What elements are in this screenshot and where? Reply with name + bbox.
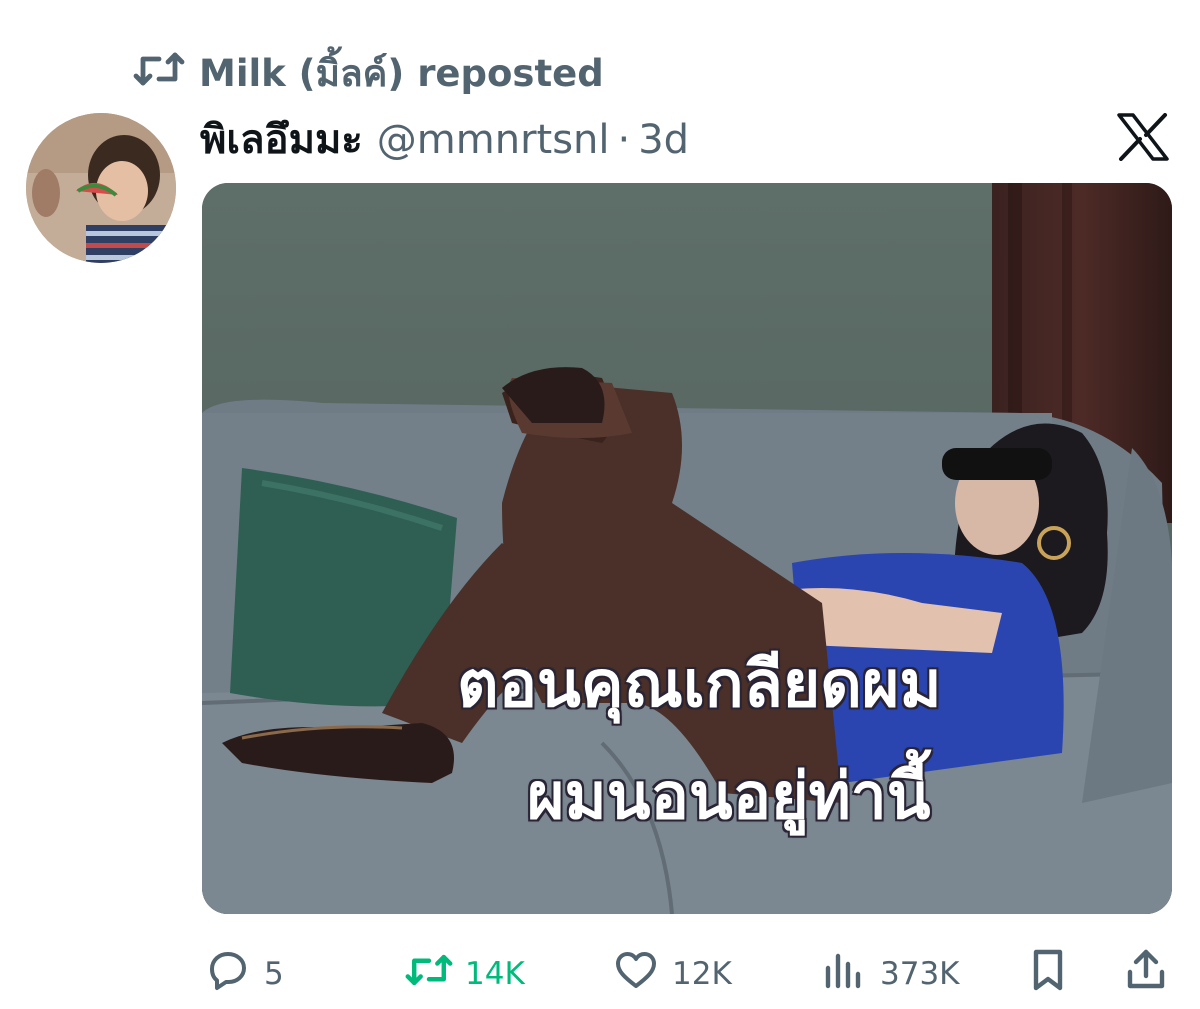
bookmark-button[interactable] [1024,946,1072,1002]
tweet-media-image[interactable]: ตอนคุณเกลียดผม ผมนอนอยู่ท่านี้ [202,183,1172,914]
reply-icon [204,946,252,1002]
caption-line-2: ผมนอนอยู่ท่านี้ [527,760,931,834]
repost-icon [133,49,185,98]
x-logo-icon [1117,113,1169,161]
like-button[interactable]: 12K [612,946,732,1002]
repost-indicator[interactable]: Milk (มิ้ลค์) reposted [133,44,604,103]
display-name[interactable]: พิเลอึมมะ [200,107,363,171]
caption-line-1: ตอนคุณเกลียดผม [457,648,942,722]
share-icon [1122,946,1170,1002]
retweet-icon [405,946,453,1002]
views-icon [820,946,868,1002]
avatar[interactable] [26,113,176,263]
retweet-count: 14K [465,956,525,992]
timestamp[interactable]: 3d [638,117,689,163]
retweet-button[interactable]: 14K [405,946,525,1002]
share-button[interactable] [1122,946,1170,1002]
reply-button[interactable]: 5 [204,946,284,1002]
like-count: 12K [672,956,732,992]
user-handle[interactable]: @mmnrtsnl [377,117,610,163]
views-count: 373K [880,956,960,992]
separator-dot: · [617,117,631,163]
tweet-actions-bar: 5 14K 12K 373K [200,946,1175,996]
heart-icon [612,946,660,1002]
reply-count: 5 [264,956,284,992]
views-button[interactable]: 373K [820,946,960,1002]
tweet-header: พิเลอึมมะ @mmnrtsnl · 3d [200,107,689,171]
bookmark-icon [1024,946,1072,1002]
repost-text: Milk (มิ้ลค์) reposted [199,52,604,95]
